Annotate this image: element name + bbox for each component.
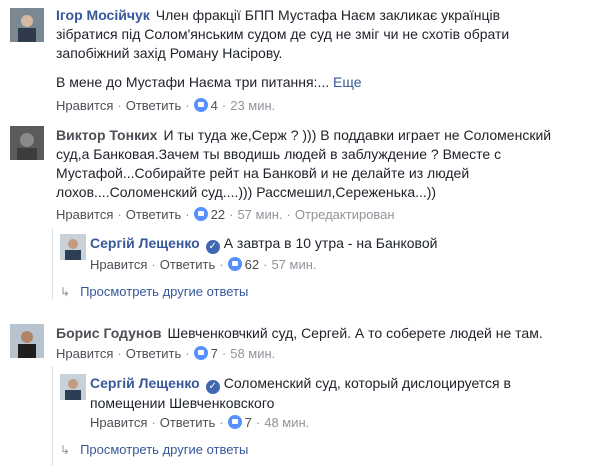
view-more-replies-label: Просмотреть другие ответы — [80, 284, 249, 299]
timestamp[interactable]: 58 мин. — [230, 346, 275, 361]
avatar[interactable] — [10, 126, 44, 160]
see-more-link[interactable]: Еще — [333, 74, 362, 90]
reply-thread-line — [52, 228, 53, 300]
comment-viktor: Виктор Тонких И ты туда же,Серж ? ))) В п… — [0, 120, 607, 230]
timestamp[interactable]: 48 мин. — [264, 415, 309, 430]
view-more-replies-label: Просмотреть другие ответы — [80, 442, 249, 457]
reply-button[interactable]: Ответить — [126, 346, 182, 361]
like-count[interactable]: 62 — [245, 257, 259, 272]
author-name[interactable]: Виктор Тонких — [56, 127, 157, 143]
reply-button[interactable]: Ответить — [160, 257, 216, 272]
comment-text: Шевченковчкий суд, Сергей. А то соберете… — [167, 325, 543, 341]
reply-button[interactable]: Ответить — [126, 98, 182, 113]
comment-text-line: зібратися під Солом'янським судом де суд… — [56, 26, 510, 42]
view-more-replies-link[interactable]: ↳ Просмотреть другие ответы — [60, 441, 248, 459]
comment-text-line: Мустафой...Собирайте рейт на Банковй и н… — [56, 165, 470, 181]
like-count[interactable]: 7 — [245, 415, 252, 430]
like-count[interactable]: 7 — [211, 346, 218, 361]
author-name[interactable]: Ігор Мосійчук — [56, 7, 150, 23]
comment-text-line: помещении Шевченковского — [90, 395, 275, 411]
reply-sergiy-2: Сергій Лещенко ✓ Соломенский суд, который … — [60, 370, 600, 440]
like-icon — [227, 257, 242, 271]
comment-text-line: запобіжний захід Роману Насірову. — [56, 45, 283, 61]
comment-text-line: суд,а Банковая.Зачем ты вводишь людей в … — [56, 146, 502, 162]
reply-thread-line — [52, 366, 53, 466]
like-button[interactable]: Нравится — [56, 98, 113, 113]
comment-igor: Ігор Мосійчук Член фракції БПП Мустафа На… — [0, 0, 607, 120]
avatar[interactable] — [10, 8, 44, 42]
edited-label[interactable]: Отредактирован — [295, 207, 395, 222]
author-name[interactable]: Борис Годунов — [56, 325, 162, 341]
view-more-replies-link[interactable]: ↳ Просмотреть другие ответы — [60, 283, 248, 301]
like-icon — [193, 98, 208, 112]
author-name[interactable]: Сергій Лещенко — [90, 375, 200, 391]
reply-arrow-icon: ↳ — [60, 443, 71, 457]
like-icon — [193, 207, 208, 221]
reply-arrow-icon: ↳ — [60, 285, 71, 299]
verified-badge-icon: ✓ — [205, 380, 220, 394]
comment-text: И ты туда же,Серж ? ))) В поддавки играе… — [163, 127, 552, 143]
comment-text-line: лохов....Соломенский суд....))) Рассмеши… — [56, 184, 437, 200]
comment-text: В мене до Мустафи Наєма три питання:... — [56, 74, 330, 90]
comment-text: Член фракції БПП Мустафа Наєм закликає у… — [155, 7, 501, 23]
timestamp[interactable]: 57 мин. — [237, 207, 282, 222]
avatar[interactable] — [10, 324, 44, 358]
like-icon — [227, 415, 242, 429]
author-name[interactable]: Сергій Лещенко — [90, 235, 200, 251]
like-button[interactable]: Нравится — [56, 346, 113, 361]
verified-badge-icon: ✓ — [205, 240, 220, 254]
reply-button[interactable]: Ответить — [160, 415, 216, 430]
reply-button[interactable]: Ответить — [126, 207, 182, 222]
like-count[interactable]: 22 — [211, 207, 225, 222]
avatar[interactable] — [60, 374, 86, 400]
like-button[interactable]: Нравится — [90, 415, 147, 430]
reply-sergiy-1: Сергій Лещенко ✓ А завтра в 10 утра - на Б… — [60, 230, 600, 280]
comment-boris: Борис Годунов Шевченковчкий суд, Сергей. … — [0, 318, 607, 368]
like-icon — [193, 346, 208, 360]
timestamp[interactable]: 23 мин. — [230, 98, 275, 113]
like-button[interactable]: Нравится — [56, 207, 113, 222]
timestamp[interactable]: 57 мин. — [271, 257, 316, 272]
like-count[interactable]: 4 — [211, 98, 218, 113]
comment-text: Соломенский суд, который дислоцируется в — [223, 375, 511, 391]
comment-text: А завтра в 10 утра - на Банковой — [223, 235, 438, 251]
like-button[interactable]: Нравится — [90, 257, 147, 272]
avatar[interactable] — [60, 234, 86, 260]
